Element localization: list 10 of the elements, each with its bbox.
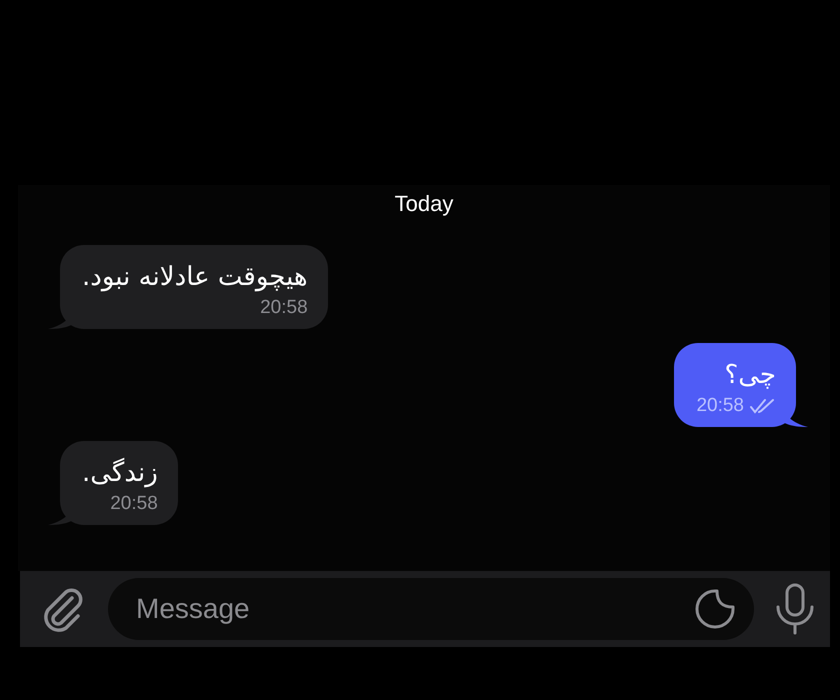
microphone-icon[interactable]	[774, 583, 816, 635]
message-time: 20:58	[110, 493, 158, 515]
message-time: 20:58	[696, 395, 744, 417]
message-text: زندگی.	[82, 456, 158, 490]
message-field[interactable]: Message	[108, 578, 754, 640]
message-time: 20:58	[260, 297, 308, 319]
message-text: چی؟	[724, 359, 776, 392]
message-text: هیچوقت عادلانه نبود.	[82, 261, 308, 294]
date-separator: Today	[394, 191, 454, 217]
sticker-icon[interactable]	[694, 588, 736, 630]
